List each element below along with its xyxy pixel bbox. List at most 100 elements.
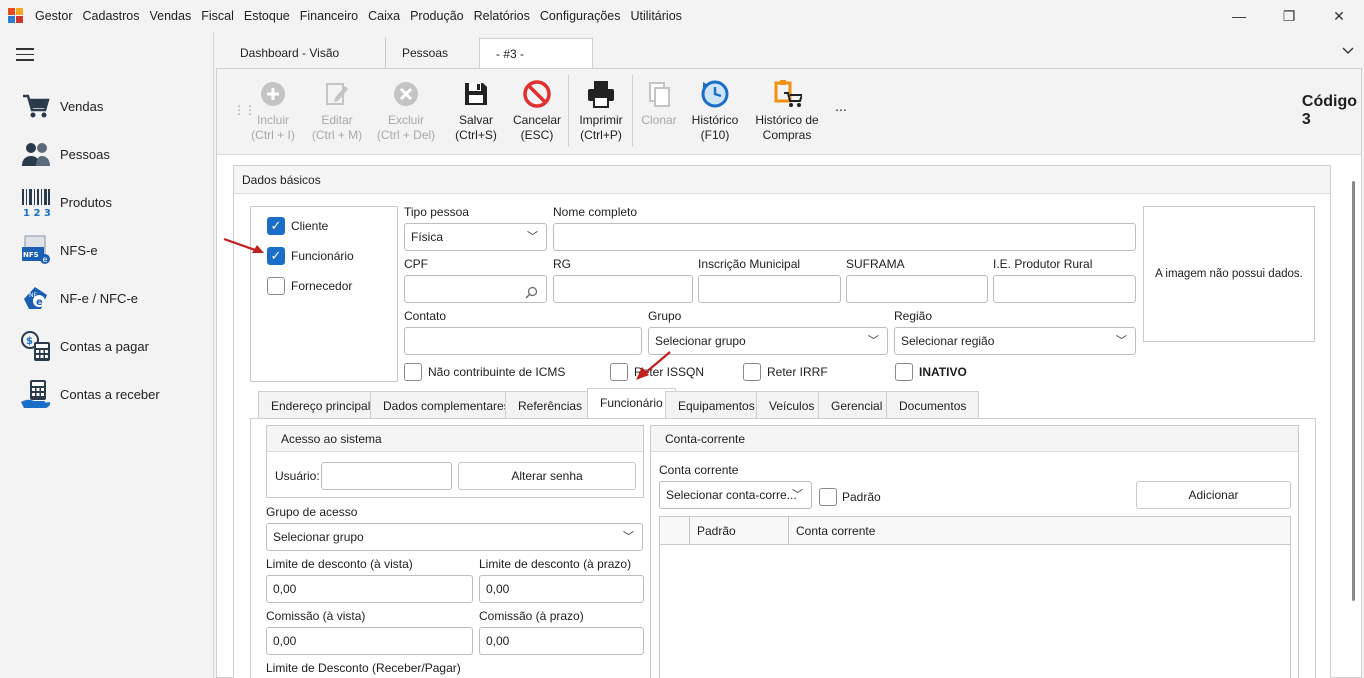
- col-padrao[interactable]: Padrão: [697, 524, 736, 538]
- tab-endereco-principal[interactable]: Endereço principal: [258, 391, 384, 419]
- menu-vendas[interactable]: Vendas: [145, 0, 197, 32]
- sidebar-item-produtos[interactable]: 1 2 3 Produtos: [20, 184, 210, 220]
- calculator-money-icon: $: [20, 330, 52, 362]
- hand-calculator-icon: [20, 378, 52, 410]
- reter-irrf-checkbox[interactable]: [743, 363, 761, 381]
- reter-issqn-checkbox[interactable]: [610, 363, 628, 381]
- limite-prazo-input[interactable]: 0,00: [479, 575, 644, 603]
- svg-text:1 2 3: 1 2 3: [23, 208, 51, 217]
- dados-basicos-panel: Dados básicos ✓ Cliente ✓ Funcionário Fo…: [233, 165, 1331, 678]
- person-image-box[interactable]: A imagem não possui dados.: [1143, 206, 1315, 342]
- alterar-senha-button[interactable]: Alterar senha: [458, 462, 636, 490]
- menu-producao[interactable]: Produção: [405, 0, 469, 32]
- vertical-scrollbar[interactable]: [1351, 169, 1357, 675]
- menu-estoque[interactable]: Estoque: [239, 0, 295, 32]
- limite-receber-pagar-label: Limite de Desconto (Receber/Pagar): [266, 661, 461, 675]
- nome-completo-label: Nome completo: [553, 205, 638, 219]
- document-tabs: Dashboard - Visão Geral Pessoas - #3 - T…: [214, 36, 1364, 91]
- clone-icon: [637, 75, 681, 113]
- usuario-input[interactable]: [321, 462, 452, 490]
- hamburger-menu-icon[interactable]: [16, 48, 34, 62]
- menu-financeiro[interactable]: Financeiro: [295, 0, 363, 32]
- more-options-button[interactable]: ...: [831, 99, 851, 114]
- comissao-prazo-input[interactable]: 0,00: [479, 627, 644, 655]
- nao-contribuinte-icms-label: Não contribuinte de ICMS: [428, 365, 566, 379]
- codigo-label: Código: [1301, 93, 1357, 110]
- regiao-select[interactable]: Selecionar região ﹀: [894, 327, 1136, 355]
- cpf-input[interactable]: [404, 275, 547, 303]
- funcionario-checkbox[interactable]: ✓: [267, 247, 285, 265]
- menu-gestor[interactable]: Gestor: [30, 0, 78, 32]
- excluir-button[interactable]: Excluir (Ctrl + Del): [373, 75, 439, 143]
- grupo-select[interactable]: Selecionar grupo ﹀: [648, 327, 888, 355]
- editar-button[interactable]: Editar (Ctrl + M): [307, 75, 367, 143]
- chevron-down-icon: ﹀: [1116, 335, 1127, 347]
- sidebar-item-contas-receber[interactable]: Contas a receber: [20, 376, 210, 412]
- annotation-arrow-icon: [222, 236, 266, 259]
- inativo-checkbox[interactable]: [895, 363, 913, 381]
- fornecedor-checkbox[interactable]: [267, 277, 285, 295]
- nome-completo-input[interactable]: [553, 223, 1136, 251]
- people-icon: [20, 138, 52, 170]
- cancelar-button[interactable]: Cancelar (ESC): [509, 75, 565, 143]
- sidebar-item-contas-pagar[interactable]: $ Contas a pagar: [20, 328, 210, 364]
- tab-documentos[interactable]: Documentos: [886, 391, 980, 419]
- limite-vista-input[interactable]: 0,00: [266, 575, 473, 603]
- tipo-pessoa-select[interactable]: Física ﹀: [404, 223, 547, 251]
- scrollbar-thumb[interactable]: [1352, 181, 1355, 601]
- contato-input[interactable]: [404, 327, 642, 355]
- toolbar-divider: [632, 75, 633, 147]
- sidebar-item-nfse[interactable]: NFS e NFS-e: [20, 232, 210, 268]
- menu-utilitarios[interactable]: Utilitários: [626, 0, 687, 32]
- search-icon[interactable]: [525, 282, 538, 308]
- ie-produtor-rural-input[interactable]: [993, 275, 1136, 303]
- sidebar-item-label: Pessoas: [60, 146, 110, 162]
- restore-button[interactable]: ❐: [1264, 0, 1314, 32]
- tab-funcionario[interactable]: Funcionário: [587, 388, 676, 419]
- menu-caixa[interactable]: Caixa: [363, 0, 405, 32]
- dados-basicos-header: Dados básicos: [234, 166, 1330, 194]
- minimize-button[interactable]: —: [1214, 0, 1264, 32]
- grupo-acesso-select[interactable]: Selecionar grupo ﹀: [266, 523, 643, 551]
- tab-dados-complementares[interactable]: Dados complementares: [370, 391, 523, 419]
- cancelar-label: Cancelar: [512, 113, 562, 127]
- codigo-value: 3: [1301, 111, 1311, 128]
- conta-corrente-select[interactable]: Selecionar conta-corre... ﹀: [659, 481, 812, 509]
- suframa-input[interactable]: [846, 275, 988, 303]
- nao-contribuinte-icms-checkbox[interactable]: [404, 363, 422, 381]
- inscricao-municipal-input[interactable]: [698, 275, 841, 303]
- historico-button[interactable]: Histórico (F10): [687, 75, 743, 143]
- tab-referencias[interactable]: Referências: [505, 391, 596, 419]
- tab-overflow-chevron-icon[interactable]: [1342, 44, 1354, 58]
- comissao-vista-input[interactable]: 0,00: [266, 627, 473, 655]
- comissao-vista-label: Comissão (à vista): [266, 609, 366, 623]
- menu-cadastros[interactable]: Cadastros: [78, 0, 145, 32]
- tab-dashboard[interactable]: Dashboard - Visão Geral: [216, 38, 386, 90]
- menu-configuracoes[interactable]: Configurações: [535, 0, 626, 32]
- sidebar-item-label: Produtos: [60, 194, 113, 210]
- salvar-button[interactable]: Salvar (Ctrl+S): [451, 75, 501, 143]
- historico-compras-button[interactable]: Histórico de Compras: [751, 75, 823, 143]
- ie-produtor-rural-label: I.E. Produtor Rural: [993, 257, 1093, 271]
- tab-pessoas[interactable]: Pessoas: [386, 38, 478, 68]
- edit-document-icon: [307, 75, 367, 113]
- menu-relatorios[interactable]: Relatórios: [469, 0, 535, 32]
- cliente-checkbox[interactable]: ✓: [267, 217, 285, 235]
- image-placeholder-text: A imagem não possui dados.: [1155, 268, 1303, 280]
- tab-veiculos[interactable]: Veículos: [756, 391, 828, 419]
- tab-gerencial[interactable]: Gerencial: [818, 391, 896, 419]
- padrao-checkbox[interactable]: [819, 488, 837, 506]
- adicionar-button[interactable]: Adicionar: [1136, 481, 1291, 509]
- col-conta-corrente[interactable]: Conta corrente: [796, 524, 875, 538]
- sidebar-item-vendas[interactable]: Vendas: [20, 88, 210, 124]
- imprimir-button[interactable]: Imprimir (Ctrl+P): [573, 75, 629, 143]
- close-window-button[interactable]: ✕: [1314, 0, 1364, 32]
- menu-fiscal[interactable]: Fiscal: [196, 0, 239, 32]
- tab-teste[interactable]: - #3 - TESTE✕: [479, 38, 593, 91]
- tab-equipamentos[interactable]: Equipamentos: [665, 391, 768, 419]
- rg-input[interactable]: [553, 275, 693, 303]
- sidebar-item-nfe[interactable]: NF e NF-e / NFC-e: [20, 280, 210, 316]
- incluir-button[interactable]: Incluir (Ctrl + I): [245, 75, 301, 143]
- sidebar-item-pessoas[interactable]: Pessoas: [20, 136, 210, 172]
- clonar-button[interactable]: Clonar: [637, 75, 681, 128]
